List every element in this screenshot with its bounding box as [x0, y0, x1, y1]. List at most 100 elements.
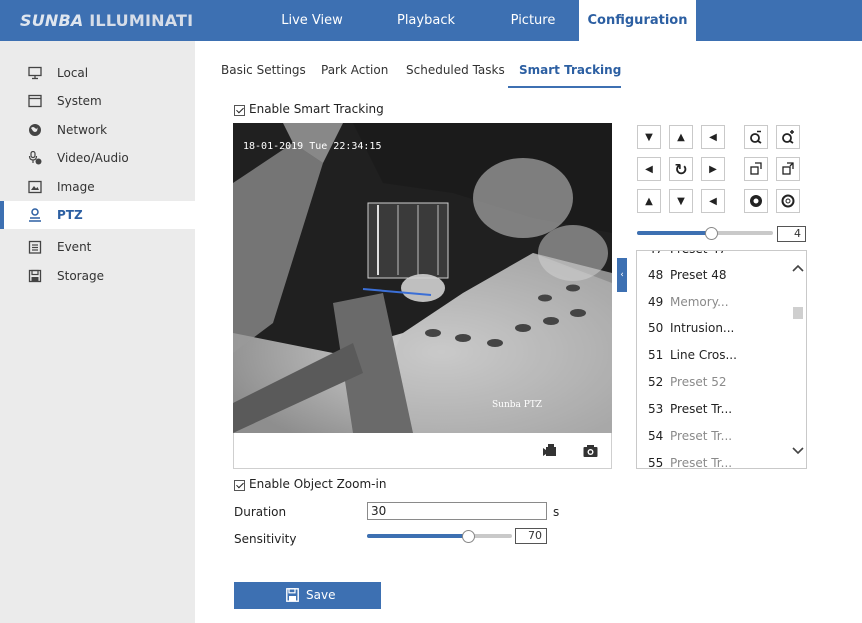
video-preview[interactable]: 18-01-2019 Tue 22:34:15 Sunba PTZ: [233, 123, 612, 433]
sensitivity-slider-fill: [367, 534, 469, 538]
ptz-speed-value[interactable]: 4: [777, 226, 806, 242]
save-button[interactable]: Save: [234, 582, 381, 609]
tab-scheduled-tasks[interactable]: Scheduled Tasks: [406, 56, 505, 88]
video-watermark: Sunba PTZ: [492, 400, 542, 410]
list-item[interactable]: 48 Preset 48: [637, 262, 789, 288]
tab-basic-settings[interactable]: Basic Settings: [221, 56, 306, 88]
sidebar-item-storage[interactable]: Storage: [0, 262, 195, 290]
tab-smart-tracking[interactable]: Smart Tracking: [519, 56, 621, 88]
arrow-left-icon: ◀: [645, 163, 653, 175]
ptz-up-left-button[interactable]: ▼: [637, 125, 661, 149]
sidebar-item-label: PTZ: [57, 208, 83, 222]
sidebar-item-image[interactable]: Image: [0, 173, 195, 201]
sidebar-item-event[interactable]: Event: [0, 233, 195, 261]
brand-logo-part1: SUNBA: [20, 11, 84, 30]
ptz-up-right-button[interactable]: ◀: [701, 125, 725, 149]
ptz-up-button[interactable]: ▲: [669, 125, 693, 149]
sidebar-item-label: Video/Audio: [57, 151, 129, 165]
sidebar-item-label: Network: [57, 123, 108, 137]
list-item[interactable]: 50 Intrusion...: [637, 315, 789, 341]
preset-label: Preset 52: [670, 375, 727, 389]
sensitivity-value[interactable]: 70: [515, 528, 547, 544]
nav-playback[interactable]: Playback: [375, 0, 477, 41]
list-item[interactable]: 55 Preset Tr...: [637, 450, 789, 468]
ptz-down-left-button[interactable]: ▲: [637, 189, 661, 213]
collapse-panel-tab[interactable]: ‹: [617, 258, 627, 292]
arrow-up-right-icon: ◀: [709, 131, 717, 143]
preset-number: 47: [648, 251, 663, 262]
arrow-down-right-icon: ◀: [709, 195, 717, 207]
list-item[interactable]: 49 Memory...: [637, 289, 789, 315]
enable-object-zoom-checkbox[interactable]: [234, 480, 245, 491]
sidebar-item-network[interactable]: Network: [0, 116, 195, 144]
ptz-down-right-button[interactable]: ◀: [701, 189, 725, 213]
sensitivity-label: Sensitivity: [234, 532, 297, 546]
preset-label: Preset 47: [670, 251, 727, 262]
focus-near-button[interactable]: [744, 157, 768, 181]
preset-label: Preset 48: [670, 268, 727, 282]
sidebar-item-label: Local: [57, 66, 89, 80]
ptz-auto-rotate-button[interactable]: ↻: [669, 157, 693, 181]
focus-far-icon: [782, 162, 794, 175]
enable-smart-tracking-checkbox[interactable]: [234, 105, 245, 116]
scrollbar-thumb[interactable]: [793, 307, 803, 319]
arrow-up-icon: ▲: [677, 131, 685, 143]
chevron-down-icon[interactable]: [792, 447, 804, 455]
chevron-up-icon[interactable]: [792, 264, 804, 272]
preset-number: 49: [648, 295, 664, 309]
ptz-down-button[interactable]: ▼: [669, 189, 693, 213]
user-control-icon: [29, 208, 41, 222]
tab-park-action[interactable]: Park Action: [321, 56, 388, 88]
globe-icon: [29, 124, 41, 136]
sidebar: Local System Network Video/Audio Image P…: [0, 41, 195, 623]
preset-number: 54: [648, 429, 664, 443]
sidebar-item-video-audio[interactable]: Video/Audio: [0, 144, 195, 172]
zoom-out-icon: [750, 130, 762, 144]
window-icon: [28, 94, 42, 108]
rotate-icon: ↻: [674, 159, 688, 179]
ptz-right-button[interactable]: ▶: [701, 157, 725, 181]
preset-number: 48: [648, 268, 664, 282]
list-item[interactable]: 54 Preset Tr...: [637, 423, 789, 449]
zoom-in-button[interactable]: [776, 125, 800, 149]
iris-close-button[interactable]: [776, 189, 800, 213]
sidebar-item-label: Event: [57, 240, 92, 254]
top-bar: SUNBA ILLUMINATI Live View Playback Pict…: [0, 0, 862, 41]
record-video-icon[interactable]: [543, 444, 559, 458]
list-item[interactable]: 47 Preset 47: [637, 251, 789, 262]
focus-far-button[interactable]: [776, 157, 800, 181]
ptz-left-button[interactable]: ◀: [637, 157, 661, 181]
iris-open-button[interactable]: [744, 189, 768, 213]
nav-live-view[interactable]: Live View: [262, 0, 362, 41]
sidebar-item-ptz[interactable]: PTZ: [0, 201, 195, 229]
arrow-right-icon: ▶: [709, 163, 717, 175]
zoom-out-button[interactable]: [744, 125, 768, 149]
list-item[interactable]: 51 Line Cros...: [637, 342, 789, 368]
sidebar-item-system[interactable]: System: [0, 87, 195, 115]
iris-close-icon: [781, 194, 795, 208]
preset-number: 53: [648, 402, 664, 416]
video-timestamp: 18-01-2019 Tue 22:34:15: [243, 141, 381, 152]
preset-label: Preset Tr...: [670, 402, 733, 416]
list-item[interactable]: 53 Preset Tr...: [637, 396, 789, 422]
sensitivity-slider-knob[interactable]: [462, 530, 475, 543]
list-item[interactable]: 52 Preset 52: [637, 369, 789, 395]
brand-logo-part2: ILLUMINATI: [89, 11, 194, 30]
active-tab-underline: [508, 86, 621, 88]
preset-list-scrollbar[interactable]: [789, 251, 806, 468]
sidebar-item-local[interactable]: Local: [0, 59, 195, 87]
enable-object-zoom-label: Enable Object Zoom-in: [249, 477, 387, 491]
duration-input[interactable]: 30: [367, 502, 547, 520]
camera-snapshot-icon[interactable]: [583, 444, 598, 458]
video-toolbar: [233, 433, 612, 469]
arrow-down-icon: ▼: [677, 195, 685, 207]
preset-label: Intrusion...: [670, 321, 735, 335]
ptz-speed-slider-knob[interactable]: [705, 227, 718, 240]
nav-configuration[interactable]: Configuration: [579, 0, 696, 41]
zoom-in-icon: [782, 130, 794, 144]
arrow-down-left-icon: ▲: [645, 195, 653, 207]
sidebar-item-label: System: [57, 94, 102, 108]
brand-logo: SUNBA ILLUMINATI: [20, 11, 193, 30]
nav-picture[interactable]: Picture: [490, 0, 576, 41]
preset-list[interactable]: 47 Preset 47 48 Preset 48 49 Memory... 50 In…: [636, 250, 807, 469]
